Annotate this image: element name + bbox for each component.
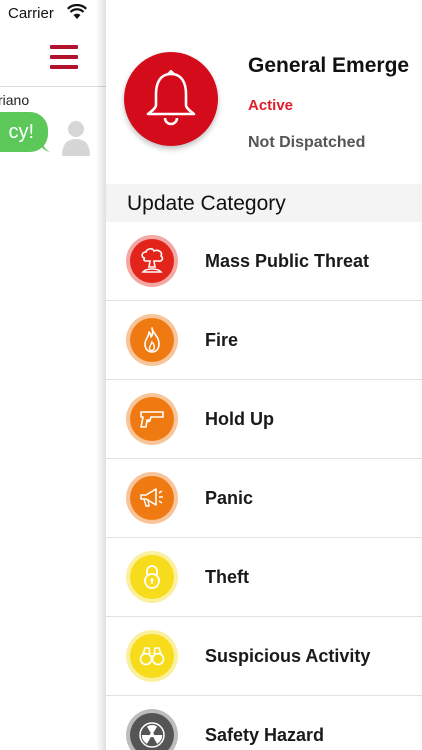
- category-icon-ring: [126, 393, 178, 445]
- megaphone-icon: [140, 488, 163, 507]
- category-icon-ring: [126, 314, 178, 366]
- category-row-mass-public-threat[interactable]: Mass Public Threat: [106, 222, 422, 301]
- category-row-hold-up[interactable]: Hold Up: [106, 380, 422, 459]
- category-label: Mass Public Threat: [205, 251, 370, 271]
- category-row-theft[interactable]: Theft: [106, 538, 422, 617]
- incident-status: Active: [248, 97, 294, 114]
- category-icon-ring: [126, 551, 178, 603]
- category-label: Theft: [205, 567, 249, 587]
- category-icon-ring: [126, 235, 178, 287]
- category-icon-ring: [126, 472, 178, 524]
- bubble-tail: [38, 138, 50, 152]
- category-icon-ring: [126, 709, 178, 750]
- category-label: Suspicious Activity: [205, 646, 371, 666]
- category-label: Panic: [205, 488, 254, 508]
- category-row-suspicious-activity[interactable]: Suspicious Activity: [106, 617, 422, 696]
- divider: [0, 86, 106, 87]
- padlock-icon: [144, 565, 160, 589]
- chat-panel: riano cy!: [0, 28, 106, 750]
- incident-panel: General Emerge Active Not Dispatched Upd…: [106, 0, 422, 750]
- category-row-safety-hazard[interactable]: Safety Hazard: [106, 696, 422, 750]
- category-row-panic[interactable]: Panic: [106, 459, 422, 538]
- category-label: Fire: [205, 330, 239, 350]
- incident-title: General Emerge: [248, 54, 410, 77]
- section-header: Update Category: [106, 184, 422, 222]
- category-label: Hold Up: [205, 409, 274, 429]
- radiation-icon: [139, 722, 165, 748]
- category-list: Mass Public Threat Fire Hold Up Panic Th…: [106, 222, 422, 750]
- dispatch-status: Not Dispatched: [248, 134, 366, 151]
- incident-alert-icon: [124, 52, 218, 146]
- section-title: Update Category: [127, 192, 286, 215]
- category-label: Safety Hazard: [205, 725, 325, 745]
- fire-icon: [144, 327, 160, 353]
- bell-icon: [146, 70, 196, 126]
- category-icon-ring: [126, 630, 178, 682]
- menu-icon[interactable]: [50, 45, 78, 69]
- explosion-icon: [141, 248, 164, 273]
- category-row-fire[interactable]: Fire: [106, 301, 422, 380]
- message-sender: riano: [0, 92, 30, 108]
- gun-icon: [140, 411, 164, 428]
- avatar-icon: [62, 121, 90, 156]
- binoculars-icon: [139, 647, 165, 666]
